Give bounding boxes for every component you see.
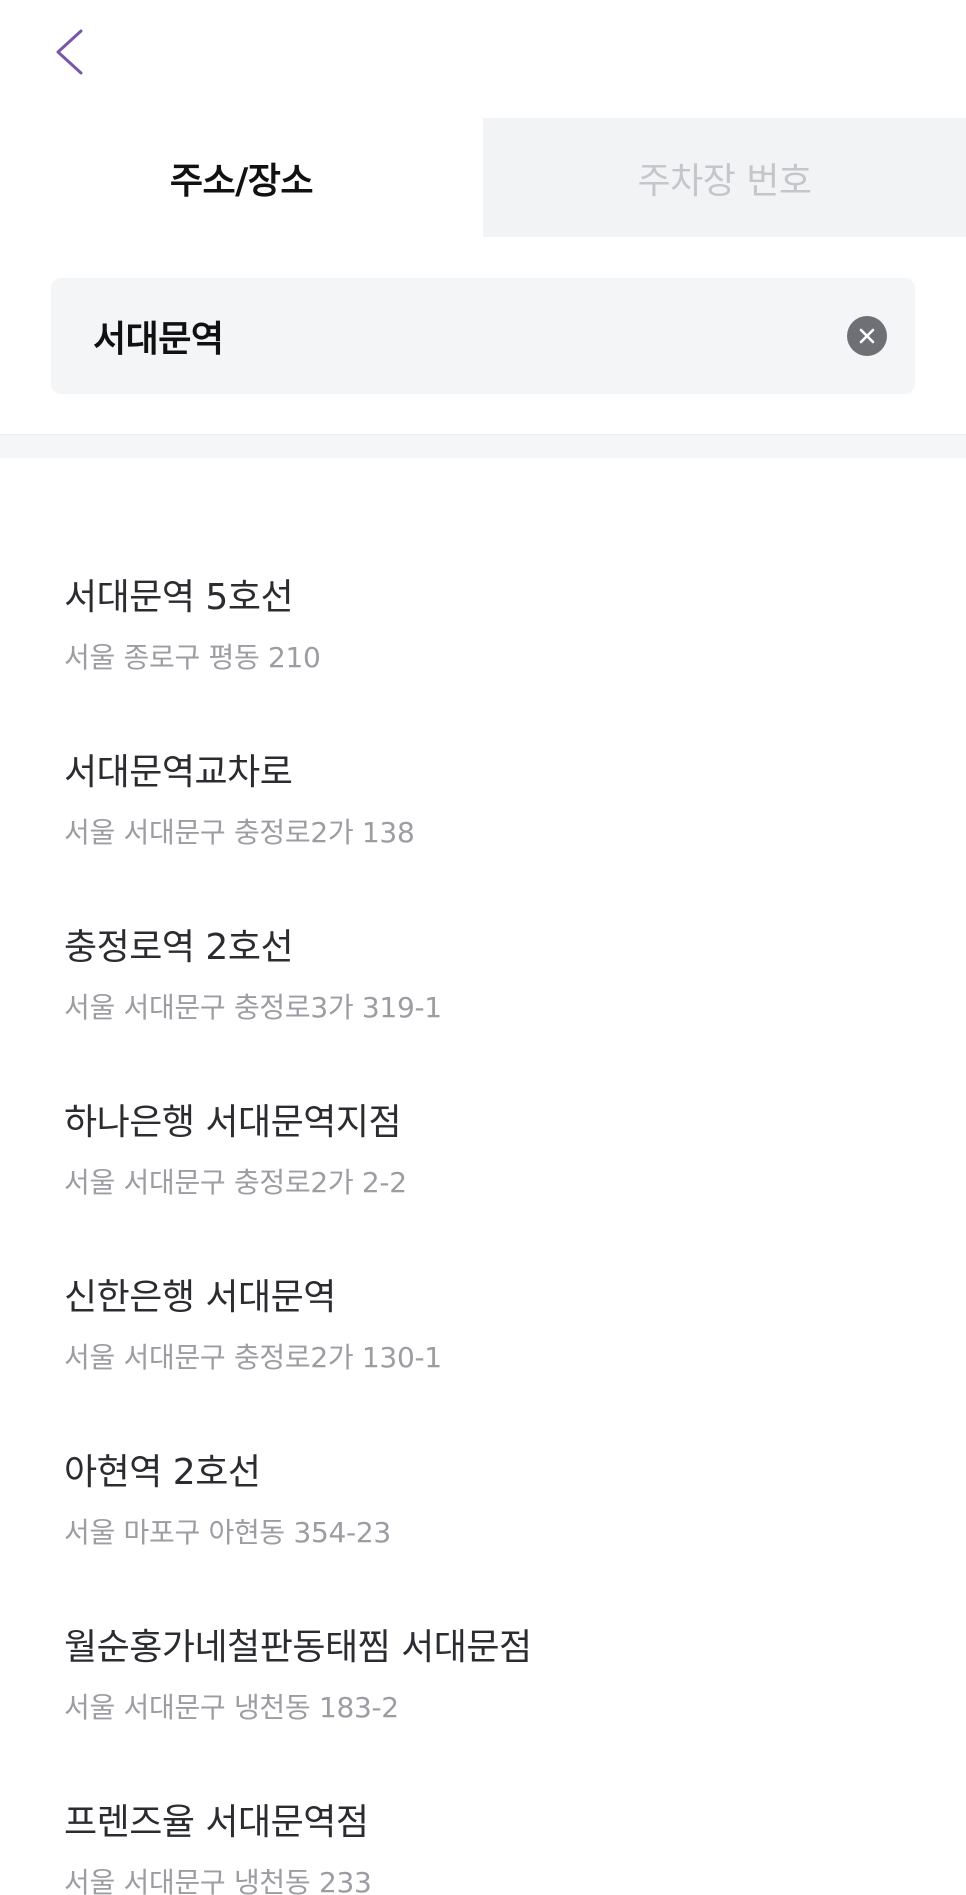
result-address: 서울 마포구 아현동 354-23 [64, 1516, 391, 1549]
search-input[interactable] [93, 306, 847, 366]
list-item[interactable]: 서대문역교차로 서울 서대문구 충정로2가 138 [0, 743, 966, 918]
result-name: 서대문역 5호선 [64, 577, 294, 618]
search-type-tabs: 주소/장소 주차장 번호 [0, 118, 966, 237]
list-item[interactable]: 충정로역 2호선 서울 서대문구 충정로3가 319-1 [0, 918, 966, 1093]
result-name: 프렌즈율 서대문역점 [64, 1802, 369, 1843]
result-name: 신한은행 서대문역 [64, 1277, 336, 1318]
result-name: 월순홍가네철판동태찜 서대문점 [64, 1627, 532, 1668]
result-address: 서울 서대문구 냉천동 233 [64, 1866, 372, 1895]
chevron-left-icon [52, 27, 86, 81]
result-address: 서울 서대문구 냉천동 183-2 [64, 1691, 399, 1724]
list-item[interactable]: 서대문역 5호선 서울 종로구 평동 210 [0, 568, 966, 743]
result-name: 하나은행 서대문역지점 [64, 1102, 402, 1143]
list-item[interactable]: 하나은행 서대문역지점 서울 서대문구 충정로2가 2-2 [0, 1093, 966, 1268]
back-button[interactable] [52, 22, 112, 86]
tab-parking-number[interactable]: 주차장 번호 [483, 118, 966, 237]
tab-label: 주소/장소 [169, 160, 314, 202]
list-item[interactable]: 신한은행 서대문역 서울 서대문구 충정로2가 130-1 [0, 1268, 966, 1443]
result-name: 아현역 2호선 [64, 1452, 261, 1493]
result-address: 서울 서대문구 충정로2가 2-2 [64, 1166, 407, 1199]
search-box [51, 278, 915, 394]
result-address: 서울 종로구 평동 210 [64, 641, 321, 674]
section-divider [0, 434, 966, 458]
list-item[interactable]: 월순홍가네철판동태찜 서대문점 서울 서대문구 냉천동 183-2 [0, 1618, 966, 1793]
result-name: 충정로역 2호선 [64, 927, 294, 968]
tab-label: 주차장 번호 [637, 160, 812, 202]
tab-address-place[interactable]: 주소/장소 [0, 118, 483, 237]
clear-search-button[interactable] [847, 316, 887, 356]
result-name: 서대문역교차로 [64, 752, 293, 793]
result-address: 서울 서대문구 충정로3가 319-1 [64, 991, 442, 1024]
result-address: 서울 서대문구 충정로2가 130-1 [64, 1341, 442, 1374]
result-address: 서울 서대문구 충정로2가 138 [64, 816, 415, 849]
list-item[interactable]: 아현역 2호선 서울 마포구 아현동 354-23 [0, 1443, 966, 1618]
list-item[interactable]: 프렌즈율 서대문역점 서울 서대문구 냉천동 233 [0, 1793, 966, 1895]
search-screen: 주소/장소 주차장 번호 서대문역 5호선 서울 종로구 평동 210 서대문역… [0, 0, 966, 1895]
close-icon [857, 326, 877, 346]
